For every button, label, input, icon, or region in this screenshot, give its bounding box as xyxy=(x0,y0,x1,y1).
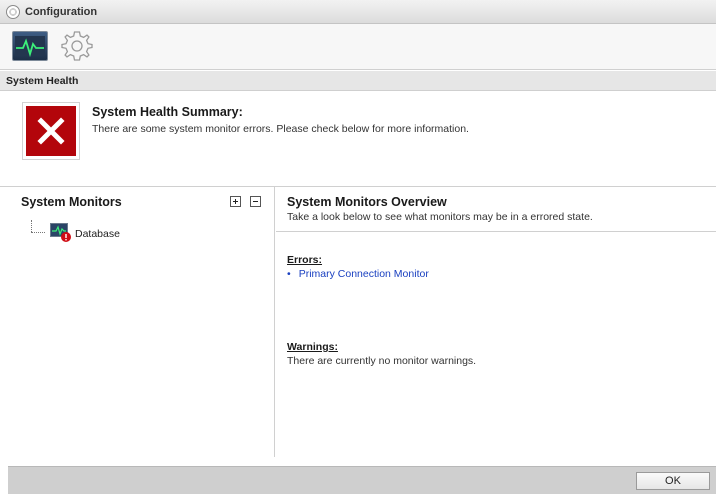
tree-item-database[interactable]: Database xyxy=(75,228,120,240)
error-item-link[interactable]: • Primary Connection Monitor xyxy=(287,268,429,280)
system-monitors-panel: System Monitors Database xyxy=(0,187,275,457)
error-x-icon xyxy=(22,102,80,160)
warnings-text: There are currently no monitor warnings. xyxy=(287,355,477,367)
bullet: • xyxy=(287,268,291,280)
system-monitors-overview: System Monitors Overview Take a look bel… xyxy=(276,187,716,457)
tree-connector xyxy=(31,220,32,232)
overview-subtitle: Take a look below to see what monitors m… xyxy=(287,211,593,223)
gear-icon[interactable] xyxy=(60,29,94,63)
toolbar xyxy=(0,24,716,70)
summary-text: There are some system monitor errors. Pl… xyxy=(92,123,469,135)
window-titlebar: Configuration xyxy=(0,0,716,24)
section-header: System Health xyxy=(0,71,716,91)
warnings-heading: Warnings: xyxy=(287,341,338,353)
tree-connector xyxy=(31,232,45,233)
database-monitor-error-icon[interactable] xyxy=(50,223,71,242)
summary-title: System Health Summary: xyxy=(92,105,243,119)
ok-button[interactable]: OK xyxy=(636,472,710,490)
divider xyxy=(276,231,716,232)
collapse-all-icon[interactable] xyxy=(250,196,261,207)
overview-title: System Monitors Overview xyxy=(287,195,447,209)
window-title: Configuration xyxy=(25,5,98,18)
error-item-label[interactable]: Primary Connection Monitor xyxy=(299,268,429,280)
system-health-monitor-icon[interactable] xyxy=(12,31,48,61)
system-monitors-title: System Monitors xyxy=(21,195,122,209)
section-title: System Health xyxy=(6,74,79,87)
expand-all-icon[interactable] xyxy=(230,196,241,207)
gear-icon xyxy=(6,4,20,19)
errors-heading: Errors: xyxy=(287,254,323,266)
dialog-footer: OK xyxy=(8,466,716,494)
